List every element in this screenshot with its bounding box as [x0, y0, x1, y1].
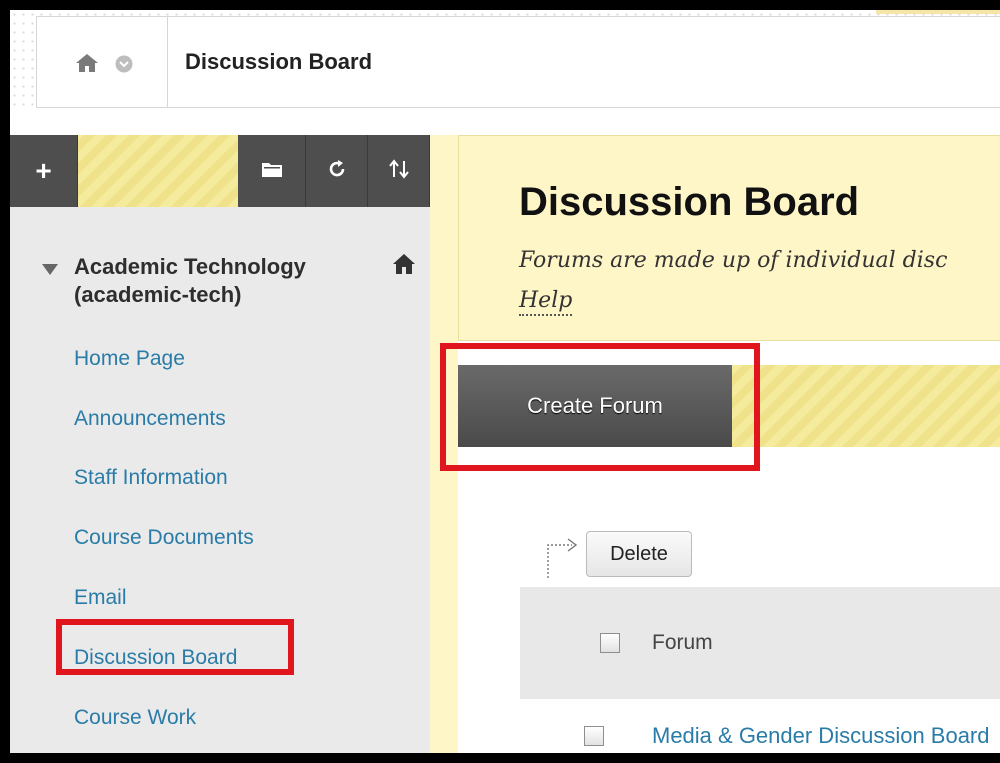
delete-button[interactable]: Delete [586, 531, 692, 577]
course-name: Academic Technology [74, 254, 306, 279]
course-home-icon[interactable] [392, 253, 416, 280]
folder-icon [261, 160, 283, 183]
reorder-button[interactable] [368, 135, 430, 207]
sidebar-item-course-work[interactable]: Course Work [74, 706, 196, 730]
sort-icon [388, 158, 410, 184]
refresh-icon [327, 159, 347, 184]
window-frame: Discussion Board + Academic Technology (… [10, 10, 1000, 753]
add-menu-item-button[interactable]: + [10, 135, 78, 207]
breadcrumb-title[interactable]: Discussion Board [185, 49, 372, 75]
home-icon[interactable] [75, 53, 99, 78]
course-id: (academic-tech) [74, 282, 242, 307]
refresh-button[interactable] [306, 135, 368, 207]
sidebar-item-announcements[interactable]: Announcements [74, 407, 226, 431]
highlight-box [56, 619, 294, 675]
row-checkbox[interactable] [584, 726, 604, 746]
sidebar-item-course-documents[interactable]: Course Documents [74, 526, 254, 550]
table-header: Forum [520, 587, 1000, 699]
sidebar-item-staff-information[interactable]: Staff Information [74, 466, 228, 490]
help-link[interactable]: Help [519, 288, 573, 316]
forum-link[interactable]: Media & Gender Discussion Board [652, 721, 992, 751]
chevron-down-icon[interactable] [115, 55, 133, 78]
course-menu-toolbar: + [10, 135, 430, 207]
sidebar-item-email[interactable]: Email [74, 586, 127, 610]
top-accent [876, 10, 1000, 14]
page-header: Discussion Board Forums are made up of i… [458, 135, 1000, 341]
folder-view-button[interactable] [238, 135, 306, 207]
course-title[interactable]: Academic Technology (academic-tech) [74, 253, 306, 309]
breadcrumb-controls [37, 17, 168, 107]
sidebar-item-home-page[interactable]: Home Page [74, 347, 185, 371]
forum-column-header[interactable]: Forum [652, 631, 713, 655]
select-all-checkbox[interactable] [600, 633, 620, 653]
breadcrumb-bar: Discussion Board [10, 10, 1000, 112]
page-title: Discussion Board [519, 180, 860, 224]
breadcrumb: Discussion Board [36, 16, 1000, 108]
collapse-triangle-icon[interactable] [42, 263, 58, 281]
selection-arrow-icon [542, 533, 582, 584]
page-description: Forums are made up of individual disc [519, 248, 948, 273]
toolbar-stripes [78, 135, 238, 207]
highlight-box [440, 343, 760, 471]
